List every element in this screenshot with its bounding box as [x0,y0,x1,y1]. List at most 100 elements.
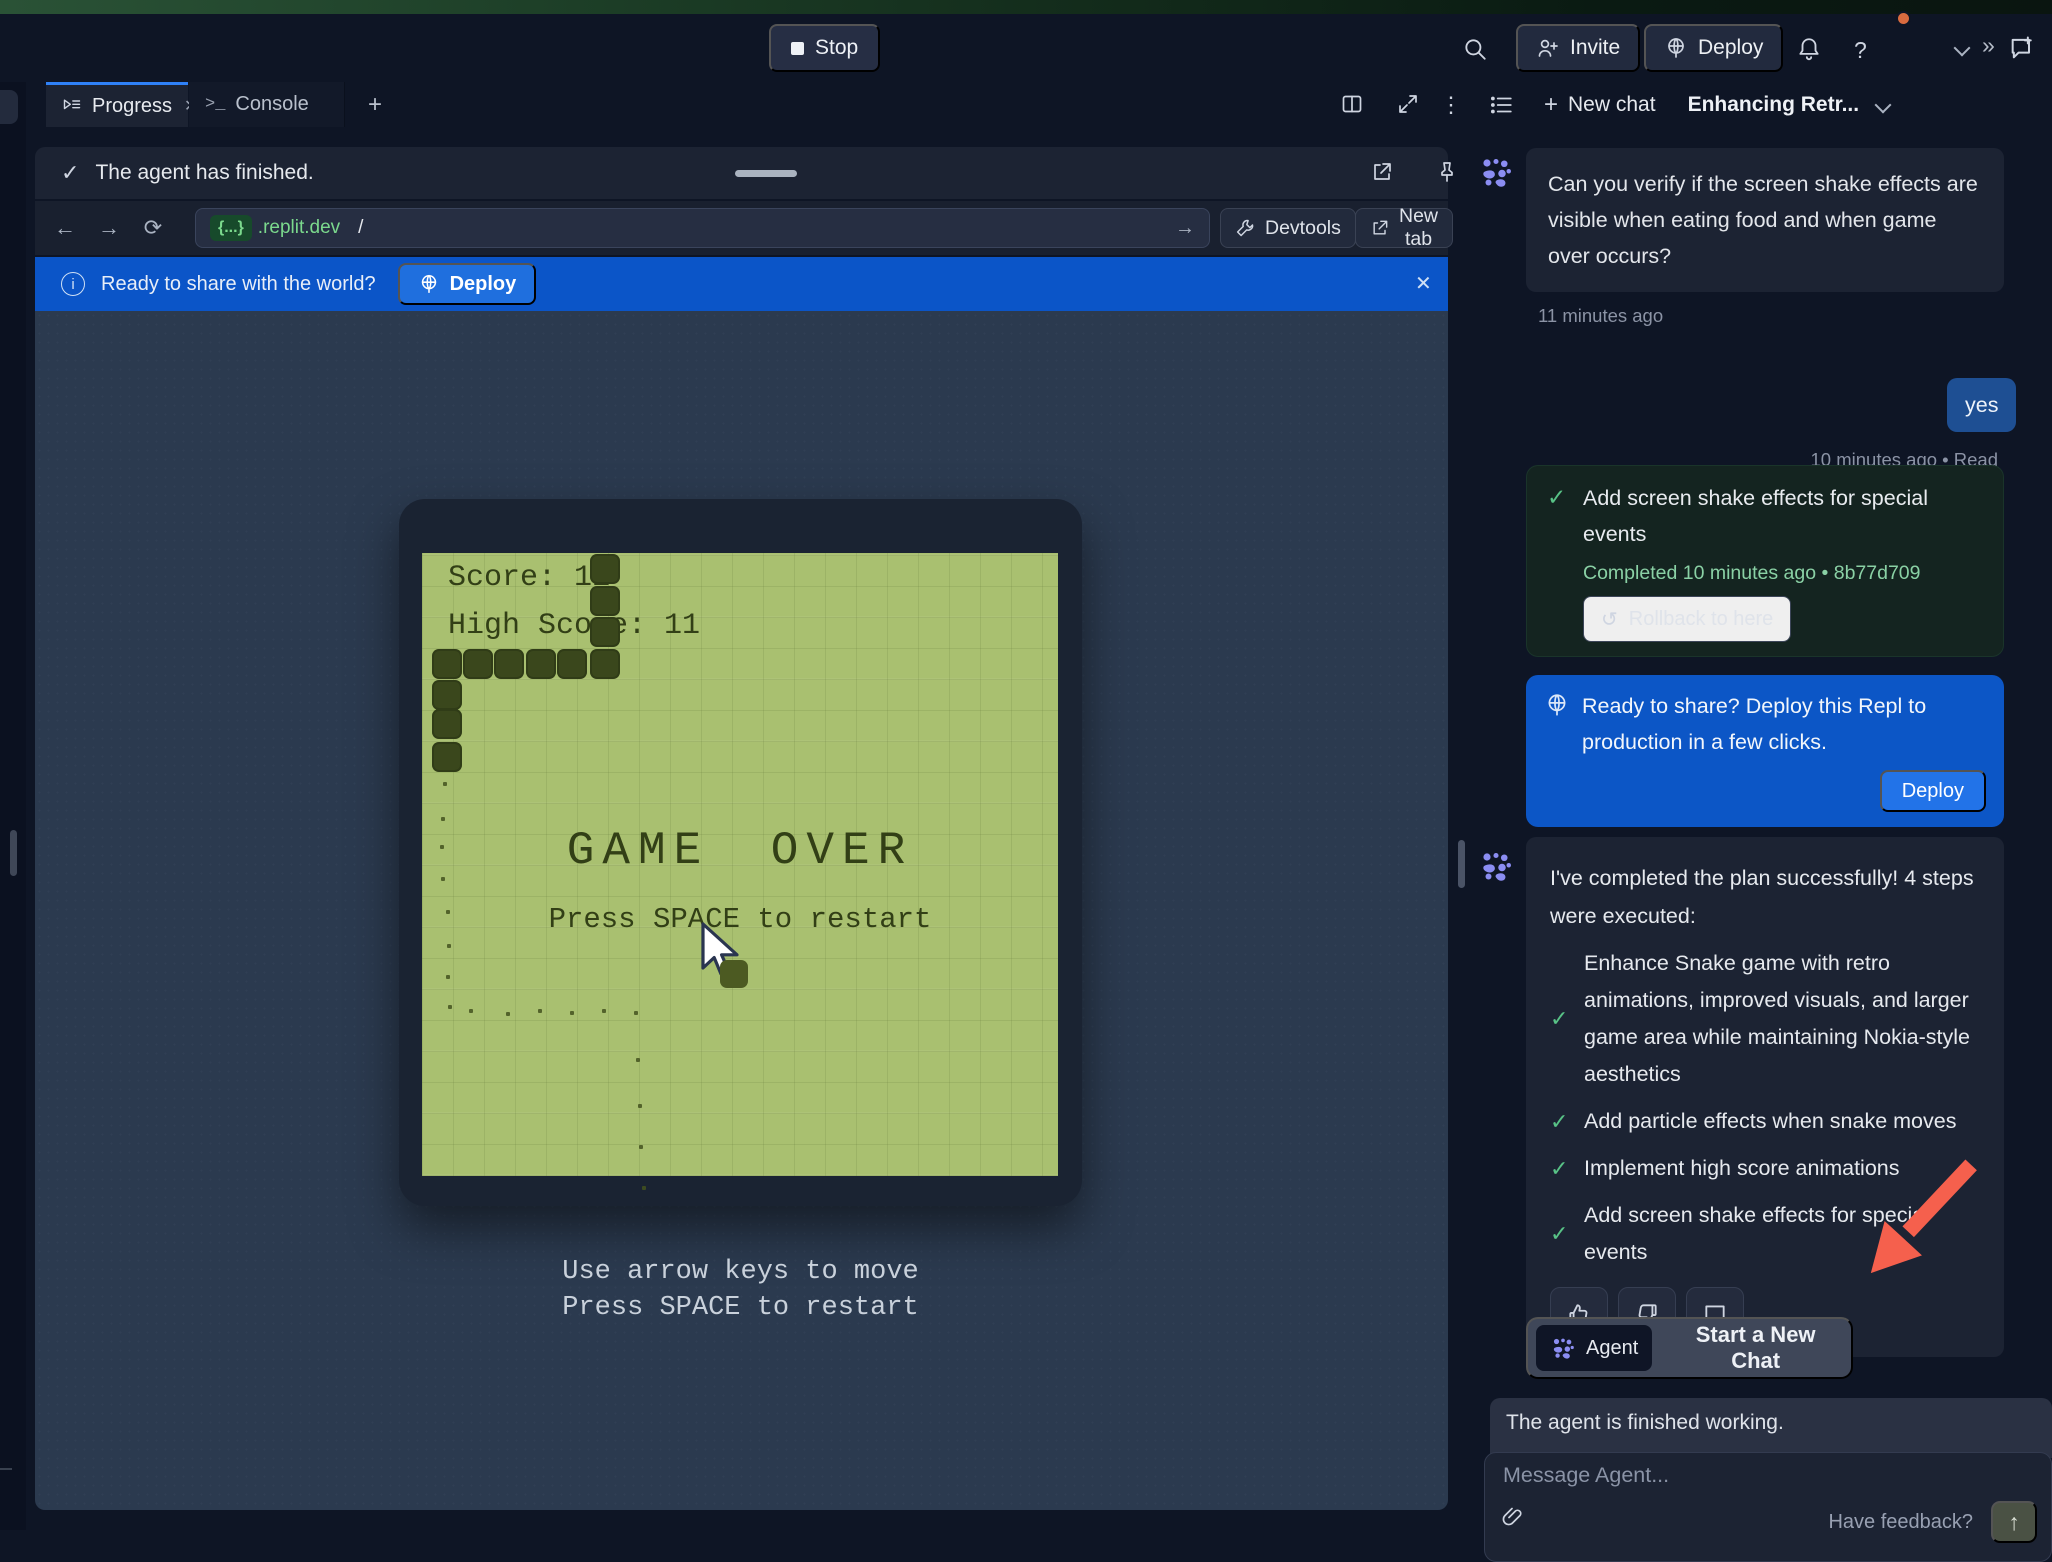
chat-header: + New chat Enhancing Retr... [1468,82,2052,127]
deploy-globe-icon [1544,692,1570,718]
agent-logo-icon [1550,1335,1576,1361]
tab-console[interactable]: >_ Console [189,82,345,127]
invite-label: Invite [1570,36,1620,60]
snake-segment [432,649,462,679]
desktop-gradient-strip [0,0,2052,14]
url-bar[interactable]: {...} .replit.dev / → [195,208,1210,248]
split-view-icon[interactable] [1340,92,1366,118]
particle [642,1186,646,1190]
game-device-frame: Score: 11 High Score: 11 GAME OVER Press… [399,499,1082,1206]
particle [636,1058,640,1062]
banner-close-icon[interactable]: ✕ [1415,271,1432,296]
start-new-chat-button[interactable]: Agent Start a New Chat [1526,1317,1853,1379]
collapse-panel-icon[interactable]: » [1982,32,1995,59]
deploy-button[interactable]: Deploy [1644,24,1783,72]
expand-pane-icon[interactable] [1396,92,1422,118]
plus-icon: + [1544,91,1558,119]
particle [441,817,445,821]
checklist-item-text: Implement high score animations [1584,1150,1900,1187]
snake-segment [494,649,524,679]
help-icon[interactable]: ? [1854,37,1867,64]
invite-button[interactable]: Invite [1516,24,1640,72]
banner-deploy-label: Deploy [450,273,517,296]
chat-message-list: Can you verify if the screen shake effec… [1468,127,2052,1530]
drag-handle[interactable] [735,170,797,177]
tab-bar: Progress ✕ >_ Console + ⋮ [26,82,1456,127]
rollback-icon: ↺ [1601,607,1618,632]
stop-icon [791,42,804,55]
promo-text: Ready to share? Deploy this Repl to prod… [1582,688,1962,760]
topbar: Stop Invite Deploy ? » [0,14,2052,82]
newtab-label: New tab [1399,205,1438,251]
check-icon: ✓ [1550,1221,1584,1247]
console-tab-icon: >_ [205,95,225,114]
chat-history-list-icon[interactable] [1488,92,1514,118]
snake-segment [590,649,620,679]
check-icon: ✓ [1550,1156,1584,1182]
game-screen[interactable]: Score: 11 High Score: 11 GAME OVER Press… [422,553,1058,1176]
stop-button[interactable]: Stop [769,24,880,72]
send-button[interactable]: ↑ [1991,1501,2037,1543]
pane-divider-handle[interactable] [1458,840,1465,888]
agent-finished-text: The agent is finished working. [1506,1411,1784,1435]
task-title: Add screen shake effects for special eve… [1583,480,1973,552]
deploy-globe-icon [1664,36,1688,60]
particle [443,782,447,786]
pane-menu-kebab-icon[interactable]: ⋮ [1438,92,1464,118]
new-chat-label: New chat [1568,93,1656,117]
chat-title-chevron-down-icon[interactable] [1875,96,1892,113]
message-input[interactable] [1503,1463,2023,1488]
devtools-button[interactable]: Devtools [1220,208,1356,248]
instructions-line-2: Press SPACE to restart [399,1293,1082,1323]
attach-paperclip-icon[interactable] [1501,1505,1525,1529]
snake-segment [432,680,462,710]
left-rail-stub [0,90,18,124]
checklist-item-text: Add particle effects when snake moves [1584,1103,1956,1140]
instructions-line-1: Use arrow keys to move [399,1257,1082,1287]
completed-task-card: ✓ Add screen shake effects for special e… [1526,465,2004,657]
check-icon: ✓ [1550,1006,1584,1032]
checklist-item-text: Enhance Snake game with retro animations… [1584,945,1980,1093]
popout-icon[interactable] [1370,160,1395,185]
promo-deploy-button[interactable]: Deploy [1880,770,1986,812]
banner-text: Ready to share with the world? [101,273,376,296]
left-rail-divider [0,1468,12,1470]
particle [446,910,450,914]
snake-segment [557,649,587,679]
agent-status-bar: ✓ The agent has finished. [35,147,1448,199]
rollback-button[interactable]: ↺ Rollback to here [1583,596,1791,642]
pin-icon[interactable] [1435,160,1460,185]
nav-forward-icon[interactable]: → [87,215,131,241]
task-meta: Completed 10 minutes ago • 8b77d709 [1583,562,1920,585]
banner-deploy-button[interactable]: Deploy [398,263,537,305]
start-new-chat-label: Start a New Chat [1668,1322,1843,1374]
url-id-badge: {...} [210,215,252,241]
agent-chip: Agent [1536,1325,1652,1371]
avatar-chevron-down-icon[interactable] [1954,40,1971,57]
open-new-tab-button[interactable]: New tab [1355,208,1453,248]
agent-status-text: The agent has finished. [95,161,313,185]
notifications-bell-icon[interactable] [1796,36,1822,62]
message-composer[interactable]: Have feedback? ↑ [1484,1452,2052,1562]
deploy-label: Deploy [1698,36,1763,60]
food-block [720,960,748,988]
search-icon[interactable] [1462,36,1488,62]
avatar-status-badge [1896,11,1911,26]
preview-viewport: Score: 11 High Score: 11 GAME OVER Press… [35,311,1448,1510]
tab-progress[interactable]: Progress ✕ [46,82,188,127]
url-go-arrow-icon[interactable]: → [1175,217,1195,240]
nav-back-icon[interactable]: ← [43,215,87,241]
new-comment-icon[interactable] [2008,34,2036,62]
new-chat-button[interactable]: + New chat [1544,91,1656,119]
feedback-link[interactable]: Have feedback? [1828,1511,1973,1534]
left-rail-drag-handle[interactable] [10,830,17,876]
left-rail [0,82,26,1530]
particle [469,1009,473,1013]
devtools-label: Devtools [1265,217,1341,240]
chat-title[interactable]: Enhancing Retr... [1688,93,1860,117]
url-path: / [358,217,363,239]
particle [440,845,444,849]
particle [638,1104,642,1108]
new-tab-plus-icon[interactable]: + [358,88,392,122]
refresh-icon[interactable]: ⟳ [131,215,175,241]
